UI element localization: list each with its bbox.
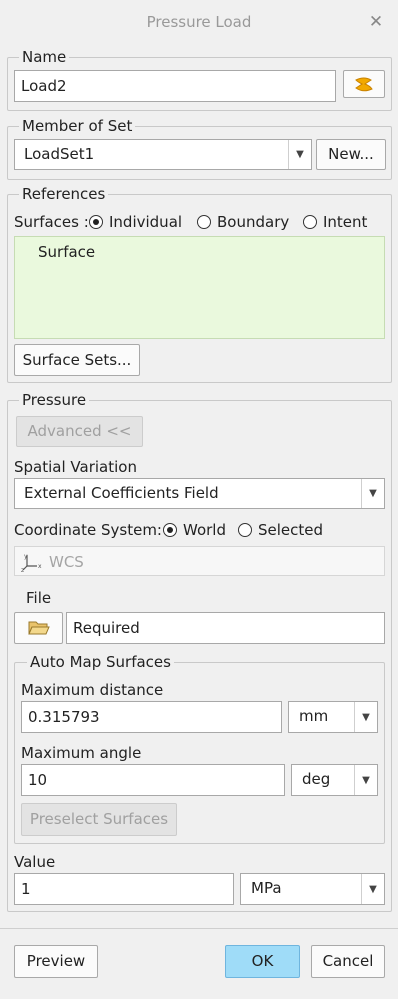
- radio-intent-indicator[interactable]: [303, 215, 317, 229]
- ok-button[interactable]: OK: [225, 945, 300, 978]
- radio-selected-label: Selected: [258, 521, 324, 539]
- value-label: Value: [14, 853, 56, 871]
- chevron-down-icon[interactable]: ▼: [288, 140, 311, 169]
- advanced-button[interactable]: Advanced <<: [16, 416, 143, 447]
- value-unit-value: MPa: [251, 879, 282, 897]
- surfaces-label: Surfaces :: [14, 213, 89, 231]
- max-angle-unit-value: deg: [302, 770, 331, 788]
- value-unit-dropdown[interactable]: MPa ▼: [240, 873, 385, 905]
- radio-world[interactable]: World: [163, 520, 226, 540]
- surface-collector-text: Surface: [38, 243, 96, 261]
- radio-individual-indicator[interactable]: [89, 215, 103, 229]
- footer-separator: [0, 928, 398, 929]
- name-legend: Name: [19, 48, 70, 66]
- svg-text:z: z: [21, 567, 24, 572]
- radio-intent[interactable]: Intent: [303, 212, 367, 232]
- references-legend: References: [19, 185, 109, 203]
- folder-open-icon: [27, 621, 50, 635]
- max-angle-label: Maximum angle: [21, 744, 142, 762]
- chevron-down-icon[interactable]: ▼: [354, 702, 377, 732]
- value-input[interactable]: 1: [14, 873, 234, 905]
- max-distance-unit-dropdown[interactable]: mm ▼: [288, 701, 378, 733]
- spatial-variation-label: Spatial Variation: [14, 458, 137, 476]
- spatial-variation-value: External Coefficients Field: [24, 484, 219, 502]
- radio-boundary-label: Boundary: [217, 213, 290, 231]
- file-label: File: [26, 589, 52, 607]
- radio-individual-label: Individual: [109, 213, 183, 231]
- dialog-title: Pressure Load: [146, 13, 252, 31]
- spatial-variation-dropdown[interactable]: External Coefficients Field ▼: [14, 478, 385, 509]
- radio-boundary[interactable]: Boundary: [197, 212, 289, 232]
- max-angle-input[interactable]: 10: [21, 764, 285, 796]
- load-icon-button[interactable]: [343, 70, 385, 98]
- max-angle-unit-dropdown[interactable]: deg ▼: [291, 764, 378, 796]
- pressure-legend: Pressure: [19, 391, 90, 409]
- load-icon: [355, 77, 373, 92]
- auto-map-legend: Auto Map Surfaces: [27, 653, 174, 671]
- radio-boundary-indicator[interactable]: [197, 215, 211, 229]
- max-distance-unit-value: mm: [299, 707, 329, 725]
- chevron-down-icon[interactable]: ▼: [354, 765, 377, 795]
- name-input[interactable]: Load2: [14, 70, 336, 102]
- preselect-surfaces-button[interactable]: Preselect Surfaces: [21, 803, 177, 836]
- svg-text:x: x: [38, 563, 42, 570]
- svg-text:y: y: [24, 553, 28, 560]
- surface-sets-button[interactable]: Surface Sets...: [14, 344, 140, 376]
- radio-selected[interactable]: Selected: [238, 520, 323, 540]
- coordinate-system-label: Coordinate System:: [14, 521, 162, 539]
- coordinate-axes-icon: y x z: [21, 553, 42, 572]
- surface-collector[interactable]: Surface: [14, 236, 385, 339]
- loadset-dropdown[interactable]: LoadSet1 ▼: [14, 139, 312, 170]
- chevron-down-icon[interactable]: ▼: [361, 874, 384, 904]
- file-browse-button[interactable]: [14, 612, 63, 644]
- loadset-dropdown-value: LoadSet1: [24, 145, 95, 163]
- radio-world-label: World: [183, 521, 226, 539]
- chevron-down-icon[interactable]: ▼: [361, 479, 384, 508]
- radio-intent-label: Intent: [323, 213, 368, 231]
- file-input[interactable]: Required: [66, 612, 385, 644]
- cancel-button[interactable]: Cancel: [311, 945, 385, 978]
- radio-individual[interactable]: Individual: [89, 212, 182, 232]
- member-of-set-legend: Member of Set: [19, 117, 136, 135]
- max-distance-label: Maximum distance: [21, 681, 164, 699]
- wcs-field: y x z WCS: [14, 546, 385, 576]
- preview-button[interactable]: Preview: [14, 945, 98, 978]
- max-distance-input[interactable]: 0.315793: [21, 701, 282, 733]
- close-icon[interactable]: ✕: [368, 12, 384, 32]
- wcs-text: WCS: [49, 553, 84, 571]
- new-set-button[interactable]: New...: [316, 139, 386, 170]
- radio-world-indicator[interactable]: [163, 523, 177, 537]
- radio-selected-indicator[interactable]: [238, 523, 252, 537]
